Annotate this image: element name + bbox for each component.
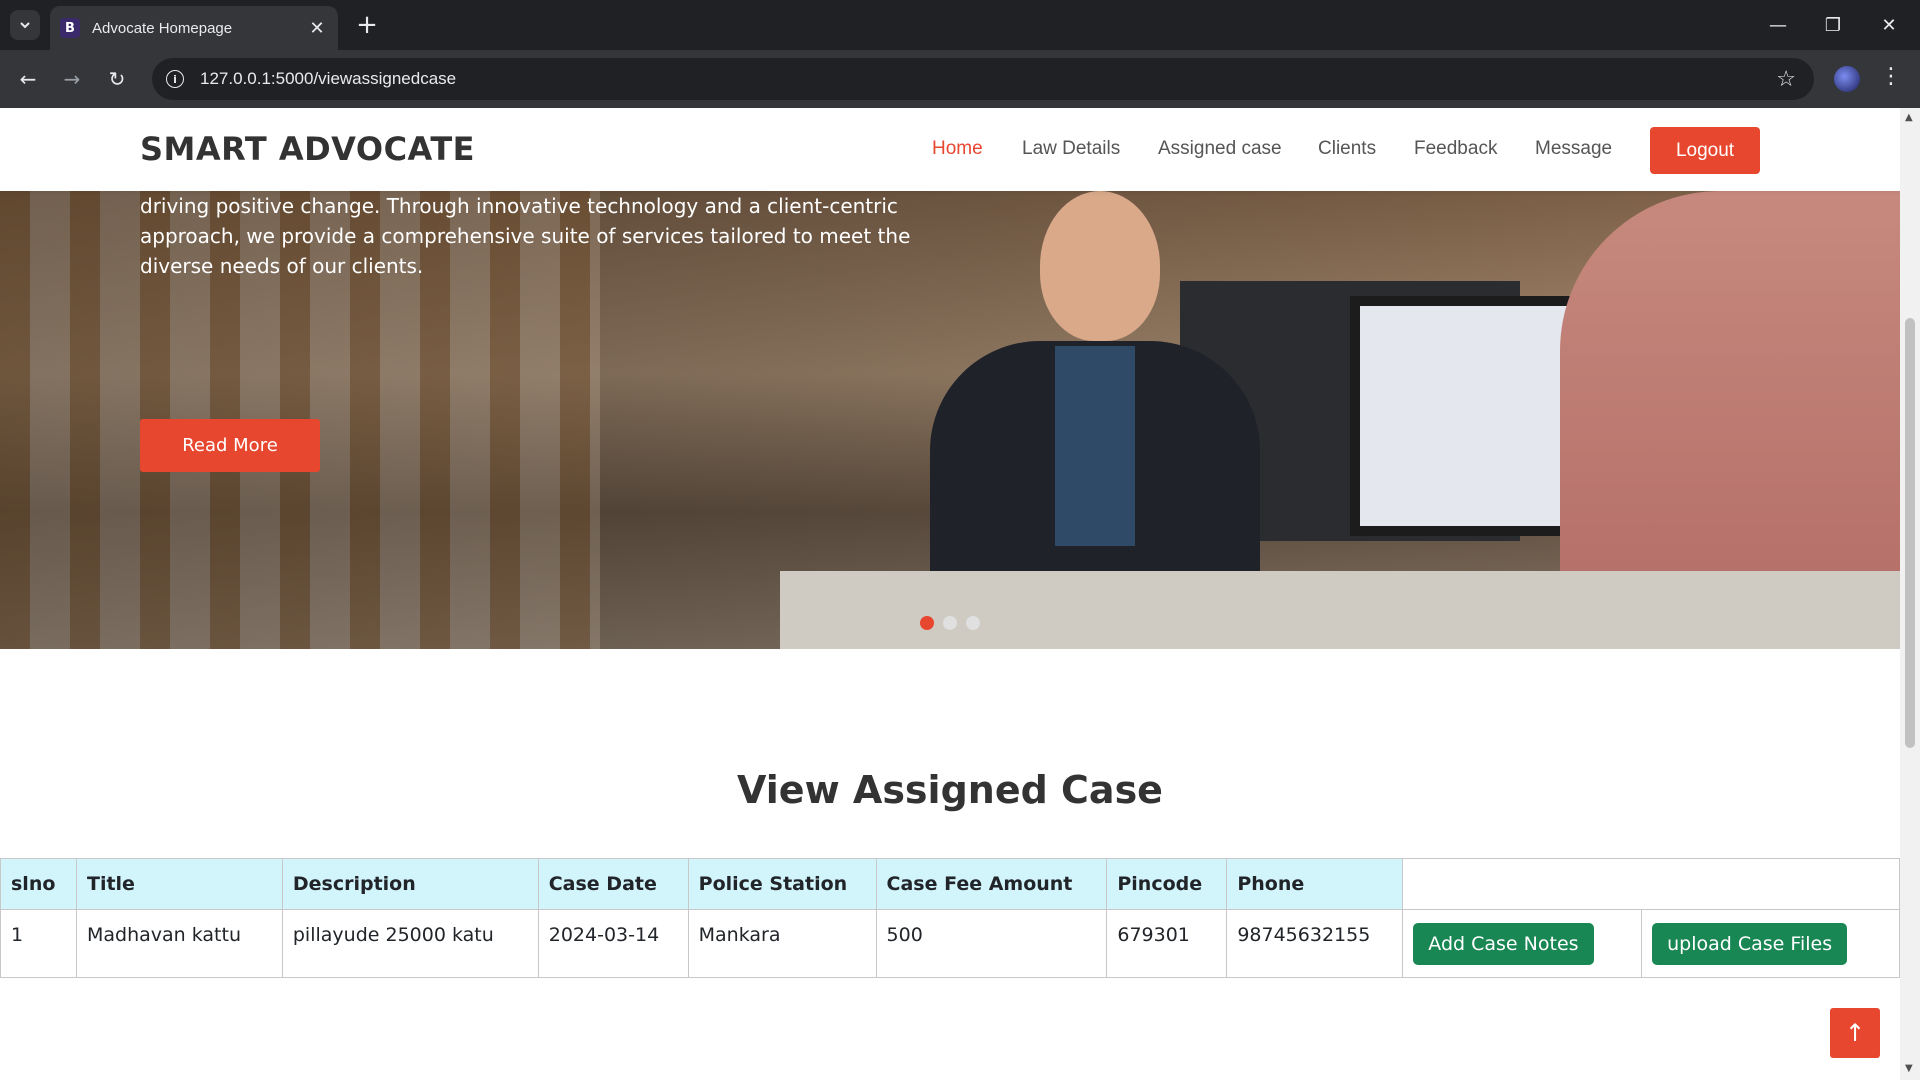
hero-carousel: driving positive change. Through innovat…: [0, 191, 1900, 649]
tab-title: Advocate Homepage: [92, 19, 233, 37]
cell-phone: 98745632155: [1226, 909, 1404, 978]
browser-toolbar: ← → ↻ i 127.0.0.1:5000/viewassignedcase …: [0, 50, 1920, 108]
minimize-icon[interactable]: —: [1755, 8, 1801, 42]
back-to-top-button[interactable]: ↑: [1830, 1008, 1880, 1058]
close-icon[interactable]: ✕: [306, 18, 328, 39]
hero-text: driving positive change. Through innovat…: [140, 194, 911, 278]
nav-link-feedback[interactable]: Feedback: [1414, 138, 1497, 160]
tab-search-icon[interactable]: [10, 10, 40, 40]
cell-add-notes: Add Case Notes: [1402, 909, 1643, 978]
restore-icon[interactable]: ❐: [1810, 8, 1856, 42]
cell-case-fee: 500: [875, 909, 1108, 978]
column-header-phone: Phone: [1226, 858, 1404, 910]
scrollbar-thumb[interactable]: [1905, 318, 1915, 748]
forward-icon[interactable]: →: [56, 63, 88, 95]
read-more-button[interactable]: Read More: [140, 419, 320, 472]
reload-icon[interactable]: ↻: [101, 63, 133, 95]
nav-link-law-details[interactable]: Law Details: [1022, 138, 1120, 160]
column-header-slno: slno: [0, 858, 77, 910]
browser-tab[interactable]: B Advocate Homepage ✕: [50, 6, 338, 50]
cell-upload-files: upload Case Files: [1641, 909, 1900, 978]
hero-desk: [780, 571, 1900, 649]
column-header-police-station: Police Station: [687, 858, 877, 910]
nav-link-assigned-case[interactable]: Assigned case: [1158, 138, 1282, 160]
nav-link-message[interactable]: Message: [1535, 138, 1612, 160]
address-bar[interactable]: i 127.0.0.1:5000/viewassignedcase ☆: [152, 58, 1814, 100]
plus-icon[interactable]: +: [352, 10, 382, 40]
add-case-notes-button[interactable]: Add Case Notes: [1413, 922, 1594, 965]
page-viewport: driving positive change. Through innovat…: [0, 108, 1900, 1080]
nav-link-clients[interactable]: Clients: [1318, 138, 1376, 160]
arrow-up-icon: ↑: [1844, 1019, 1866, 1047]
upload-case-files-button[interactable]: upload Case Files: [1652, 922, 1848, 965]
carousel-indicator-3[interactable]: [966, 616, 980, 630]
scroll-down-icon[interactable]: ▼: [1905, 1063, 1913, 1074]
cell-title: Madhavan kattu: [75, 909, 283, 978]
browser-tab-bar: B Advocate Homepage ✕ + — ❐ ✕: [0, 0, 1920, 50]
table-header-row: slno Title Description Case Date Police …: [0, 858, 1900, 910]
cell-pincode: 679301: [1106, 909, 1228, 978]
page-scrollbar[interactable]: ▲ ▼: [1900, 108, 1920, 1080]
column-header-actions: [1402, 858, 1900, 910]
column-header-description: Description: [281, 858, 539, 910]
cell-description: pillayude 25000 katu: [281, 909, 539, 978]
page-title: View Assigned Case: [737, 768, 1163, 812]
column-header-case-fee: Case Fee Amount: [875, 858, 1108, 910]
cell-police-station: Mankara: [687, 909, 877, 978]
favicon-icon: B: [60, 18, 80, 38]
carousel-indicators: [920, 616, 980, 630]
cell-case-date: 2024-03-14: [537, 909, 689, 978]
url-text[interactable]: 127.0.0.1:5000/viewassignedcase: [200, 69, 1776, 89]
column-header-case-date: Case Date: [537, 858, 689, 910]
info-icon[interactable]: i: [166, 70, 184, 88]
column-header-pincode: Pincode: [1106, 858, 1228, 910]
logout-button[interactable]: Logout: [1650, 127, 1760, 174]
carousel-indicator-2[interactable]: [943, 616, 957, 630]
brand-logo[interactable]: SMART ADVOCATE: [140, 130, 475, 168]
column-header-title: Title: [75, 858, 283, 910]
assigned-case-table: slno Title Description Case Date Police …: [0, 858, 1900, 978]
carousel-indicator-1[interactable]: [920, 616, 934, 630]
scroll-up-icon[interactable]: ▲: [1905, 112, 1913, 123]
close-window-icon[interactable]: ✕: [1866, 8, 1912, 42]
cell-slno: 1: [0, 909, 77, 978]
profile-icon[interactable]: [1834, 66, 1860, 92]
kebab-menu-icon[interactable]: ⋮: [1880, 64, 1902, 89]
star-icon[interactable]: ☆: [1776, 67, 1796, 92]
nav-link-home[interactable]: Home: [932, 138, 983, 160]
table-row: 1 Madhavan kattu pillayude 25000 katu 20…: [0, 909, 1900, 978]
site-navbar: SMART ADVOCATE Home Law Details Assigned…: [0, 108, 1900, 191]
back-icon[interactable]: ←: [12, 63, 44, 95]
